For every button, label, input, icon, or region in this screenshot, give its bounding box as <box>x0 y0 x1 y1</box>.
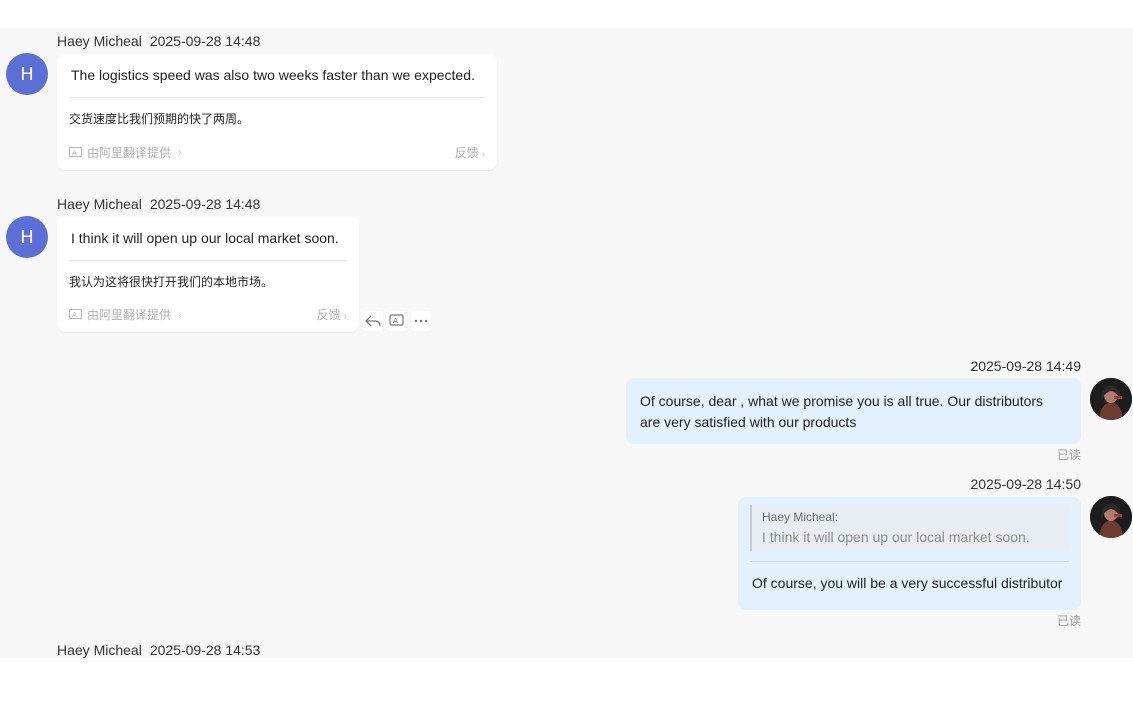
reply-icon <box>365 315 381 327</box>
avatar[interactable] <box>1090 378 1132 420</box>
avatar[interactable]: H <box>6 216 48 258</box>
more-icon <box>414 319 428 323</box>
avatar-letter: H <box>20 226 34 247</box>
message-text-line: Of course, dear , what we promise you is… <box>640 393 1044 409</box>
reply-button[interactable] <box>363 311 383 331</box>
message-timestamp: 2025-09-28 14:50 <box>970 476 1081 492</box>
feedback-label: 反馈 <box>316 308 341 322</box>
incoming-message-bubble[interactable]: I think it will open up our local market… <box>57 217 359 332</box>
message-text: The logistics speed was also two weeks f… <box>71 67 475 83</box>
translation-provider-label: 由阿里翻译提供 <box>87 146 172 160</box>
read-status: 已读 <box>1056 448 1081 462</box>
outgoing-message-bubble[interactable]: Of course, dear , what we promise you is… <box>626 378 1081 444</box>
user-photo-icon <box>1090 378 1132 420</box>
message-header: Haey Micheal 2025-09-28 14:48 <box>57 33 260 49</box>
message-text-line: are very satisfied with our products <box>640 414 857 430</box>
avatar[interactable]: H <box>6 53 48 95</box>
more-button[interactable] <box>411 311 431 331</box>
chevron-right-icon: › <box>178 147 182 158</box>
translation-provider-label: 由阿里翻译提供 <box>87 308 172 322</box>
message-timestamp: 2025-09-28 14:49 <box>970 358 1081 374</box>
avatar-letter: H <box>20 63 34 84</box>
quoted-text: I think it will open up our local market… <box>762 529 1030 545</box>
feedback-link[interactable]: 反馈 › <box>317 306 347 323</box>
translation-text: 我认为这将很快打开我们的本地市场。 <box>69 275 274 289</box>
outgoing-message-bubble[interactable]: Haey Micheal: I think it will open up ou… <box>738 497 1081 610</box>
message-header: Haey Micheal 2025-09-28 14:53 <box>57 642 260 658</box>
translate-icon: A <box>389 314 404 326</box>
feedback-label: 反馈 <box>454 146 479 160</box>
read-status: 已读 <box>1056 614 1081 628</box>
message-header: Haey Micheal 2025-09-28 14:48 <box>57 196 260 212</box>
quoted-sender: Haey Micheal: <box>762 510 839 524</box>
sender-name: Haey Micheal <box>57 33 142 49</box>
message-actions: A <box>363 311 431 331</box>
sender-name: Haey Micheal <box>57 642 142 658</box>
translate-icon: A <box>69 146 82 157</box>
sender-name: Haey Micheal <box>57 196 142 212</box>
user-photo-icon <box>1090 496 1132 538</box>
incoming-message-bubble[interactable]: The logistics speed was also two weeks f… <box>57 54 497 170</box>
svg-text:A: A <box>72 311 77 319</box>
chevron-right-icon: › <box>343 311 347 322</box>
quoted-message[interactable]: Haey Micheal: I think it will open up ou… <box>750 505 1069 551</box>
feedback-link[interactable]: 反馈 › <box>455 144 485 161</box>
chat-message-list[interactable]: Haey Micheal 2025-09-28 14:48 H The logis… <box>0 28 1133 658</box>
svg-text:A: A <box>72 149 77 157</box>
message-text: Of course, you will be a very successful… <box>752 575 1063 591</box>
chevron-right-icon: › <box>178 309 182 320</box>
translation-provider-link[interactable]: A 由阿里翻译提供 › <box>69 306 181 323</box>
avatar[interactable] <box>1090 496 1132 538</box>
message-timestamp: 2025-09-28 14:48 <box>149 33 261 49</box>
translation-text: 交货速度比我们预期的快了两周。 <box>69 112 250 126</box>
translate-button[interactable]: A <box>387 311 407 331</box>
svg-text:A: A <box>393 317 398 325</box>
message-text: I think it will open up our local market… <box>71 230 339 246</box>
translation-provider-link[interactable]: A 由阿里翻译提供 › <box>69 144 181 161</box>
chevron-right-icon: › <box>481 149 485 160</box>
translate-icon: A <box>69 308 82 319</box>
message-timestamp: 2025-09-28 14:48 <box>149 196 261 212</box>
message-timestamp: 2025-09-28 14:53 <box>149 642 261 658</box>
